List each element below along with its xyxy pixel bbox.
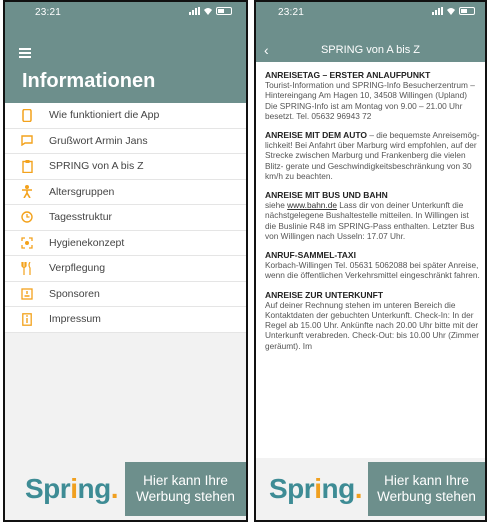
list-item[interactable]: SPRING von A bis Z <box>5 154 246 180</box>
list-item-label: Verpflegung <box>49 262 106 275</box>
list-item-label: Tagesstruktur <box>49 211 113 224</box>
battery-icon <box>216 7 232 15</box>
signal-icon <box>189 7 200 15</box>
wifi-icon <box>446 7 456 15</box>
section-heading: ANREISE ZUR UNTERKUNFT <box>265 289 384 300</box>
wifi-icon <box>203 7 213 15</box>
list-item-label: SPRING von A bis Z <box>49 160 144 173</box>
page-title: Informationen <box>22 70 156 92</box>
list-item[interactable]: Wie funktioniert die App <box>5 103 246 129</box>
info-list: Wie funktioniert die App Grußwort Armin … <box>5 103 246 333</box>
section-text: Tourist-Information und SPRING-Info Besu… <box>265 80 475 121</box>
speech-bubble-icon <box>5 135 49 147</box>
ad-banner[interactable]: Spring. Hier kann Ihre Werbung stehen <box>256 458 485 520</box>
battery-icon <box>459 7 475 15</box>
list-item[interactable]: Verpflegung <box>5 256 246 282</box>
sponsor-icon <box>5 288 49 300</box>
ad-banner[interactable]: Spring. Hier kann Ihre Werbung stehen <box>5 458 246 520</box>
list-item[interactable]: Tagesstruktur <box>5 205 246 231</box>
person-icon <box>5 185 49 199</box>
section-car: ANREISE MIT DEM AUTO – die bequemste Anr… <box>265 130 481 181</box>
list-item-label: Hygienekonzept <box>49 236 125 249</box>
clock-icon <box>5 211 49 223</box>
page-title: SPRING von A bis Z <box>320 44 421 56</box>
article-content: ANREISETAG – ERSTER ANLAUFPUNKT Tourist-… <box>256 62 485 458</box>
header: 23:21 ‹ SPRING von A bis Z <box>256 2 485 62</box>
section-heading: ANREISETAG – ERSTER ANLAUFPUNKT <box>265 70 431 80</box>
phone-icon <box>5 108 49 122</box>
list-item[interactable]: Hygienekonzept <box>5 231 246 256</box>
section-heading: ANREISE MIT DEM AUTO <box>265 130 368 141</box>
section-text: Auf deiner Rechnung stehen im unteren Be… <box>265 299 479 351</box>
section-arrival: ANREISETAG – ERSTER ANLAUFPUNKT Tourist-… <box>265 70 481 121</box>
section-accommodation: ANREISE ZUR UNTERKUNFT Auf deiner Rechnu… <box>265 290 481 351</box>
section-taxi: ANRUF-SAMMEL-TAXI Korbach-Willingen Tel.… <box>265 250 481 281</box>
info-document-icon <box>5 312 49 326</box>
right-phone-screen: 23:21 ‹ SPRING von A bis Z ANREISETAG – … <box>254 0 487 522</box>
section-bus-train: ANREISE MIT BUS UND BAHN siehe www.bahn.… <box>265 190 481 241</box>
signal-icon <box>432 7 443 15</box>
hygiene-icon <box>5 237 49 249</box>
status-bar: 23:21 <box>5 2 246 22</box>
status-time: 23:21 <box>278 7 305 18</box>
list-item[interactable]: Altersgruppen <box>5 180 246 205</box>
list-item-label: Altersgruppen <box>49 185 115 198</box>
ad-placeholder[interactable]: Hier kann Ihre Werbung stehen <box>125 462 246 516</box>
hamburger-menu-icon[interactable] <box>19 48 31 58</box>
status-bar: 23:21 <box>256 2 485 22</box>
section-text: Korbach-Willingen Tel. 05631 5062088 bei… <box>265 260 480 281</box>
clipboard-icon <box>5 159 49 173</box>
list-item[interactable]: Sponsoren <box>5 282 246 307</box>
header: 23:21 Informationen <box>5 2 246 103</box>
spring-logo: Spring. <box>25 473 118 504</box>
list-item-label: Sponsoren <box>49 287 100 300</box>
status-time: 23:21 <box>35 7 62 18</box>
list-item-label: Grußwort Armin Jans <box>49 134 148 147</box>
section-heading: ANRUF-SAMMEL-TAXI <box>265 250 356 261</box>
left-phone-screen: 23:21 Informationen Wie funktioniert die… <box>3 0 248 522</box>
list-item[interactable]: Grußwort Armin Jans <box>5 129 246 154</box>
list-item[interactable]: Impressum <box>5 307 246 333</box>
fork-knife-icon <box>5 261 49 275</box>
bahn-link[interactable]: www.bahn.de <box>287 200 337 210</box>
spring-logo: Spring. <box>269 473 362 504</box>
list-item-label: Wie funktioniert die App <box>49 109 160 122</box>
list-item-label: Impressum <box>49 313 101 326</box>
section-heading: ANREISE MIT BUS UND BAHN <box>265 190 388 201</box>
ad-placeholder[interactable]: Hier kann Ihre Werbung stehen <box>368 462 485 516</box>
